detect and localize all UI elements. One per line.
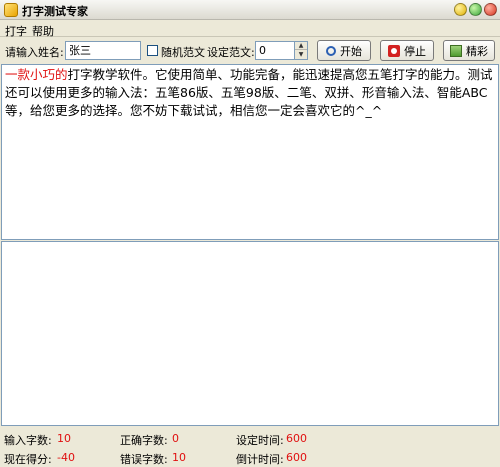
name-label: 请输入姓名: [5, 46, 64, 59]
correct-chars-value: 0 [172, 432, 179, 445]
app-icon [4, 3, 18, 17]
stop-button-label: 停止 [404, 44, 426, 58]
score-label: 现在得分: [4, 453, 52, 466]
stop-button[interactable]: 停止 [380, 40, 434, 61]
stop-icon [388, 44, 400, 57]
score-value: -40 [57, 451, 75, 464]
window-title: 打字测试专家 [22, 5, 88, 18]
spinner-up-icon[interactable]: ▲ [295, 42, 307, 50]
spinner-down-icon[interactable]: ▼ [295, 51, 307, 59]
sample-text-pane: 一款小巧的打字教学软件。它使用简单、功能完备，能迅速提高您五笔打字的能力。测试还… [1, 64, 499, 240]
title-bar: 打字测试专家 [0, 0, 500, 20]
typed-text: 一款小巧的 [5, 67, 68, 82]
countdown-value: 600 [286, 451, 307, 464]
error-chars-value: 10 [172, 451, 186, 464]
typing-input-area[interactable] [1, 241, 499, 426]
input-chars-label: 输入字数: [4, 434, 52, 447]
status-bar: 输入字数: 10 正确字数: 0 设定时间: 600 现在得分: -40 错误字… [0, 427, 500, 467]
set-text-input[interactable]: 0 [255, 41, 295, 60]
correct-chars-label: 正确字数: [120, 434, 168, 447]
menu-bar: 打字 帮助 [0, 20, 500, 38]
remaining-text: 打字教学软件。它使用简单、功能完备，能迅速提高您五笔打字的能力。测试还可以使用更… [5, 67, 493, 118]
search-icon [326, 45, 336, 56]
input-chars-value: 10 [57, 432, 71, 445]
random-text-checkbox[interactable] [147, 45, 158, 56]
minimize-button[interactable] [454, 3, 467, 16]
sample-text: 一款小巧的打字教学软件。它使用简单、功能完备，能迅速提高您五笔打字的能力。测试还… [2, 65, 498, 121]
countdown-label: 倒计时间: [236, 453, 284, 466]
start-button-label: 开始 [340, 44, 362, 58]
random-text-label: 随机范文 [161, 46, 205, 59]
wonderful-button-label: 精彩 [466, 44, 488, 58]
picture-icon [450, 44, 462, 57]
set-text-spinner[interactable]: ▲ ▼ [294, 41, 308, 60]
toolbar: 请输入姓名: 张三 随机范文 设定范文: 0 ▲ ▼ 开始 停止 精彩 [0, 37, 500, 65]
close-button[interactable] [484, 3, 497, 16]
set-time-label: 设定时间: [236, 434, 284, 447]
wonderful-button[interactable]: 精彩 [443, 40, 495, 61]
set-text-label: 设定范文: [207, 46, 255, 59]
set-time-value: 600 [286, 432, 307, 445]
start-button[interactable]: 开始 [317, 40, 371, 61]
error-chars-label: 错误字数: [120, 453, 168, 466]
name-input[interactable]: 张三 [65, 41, 141, 60]
maximize-button[interactable] [469, 3, 482, 16]
